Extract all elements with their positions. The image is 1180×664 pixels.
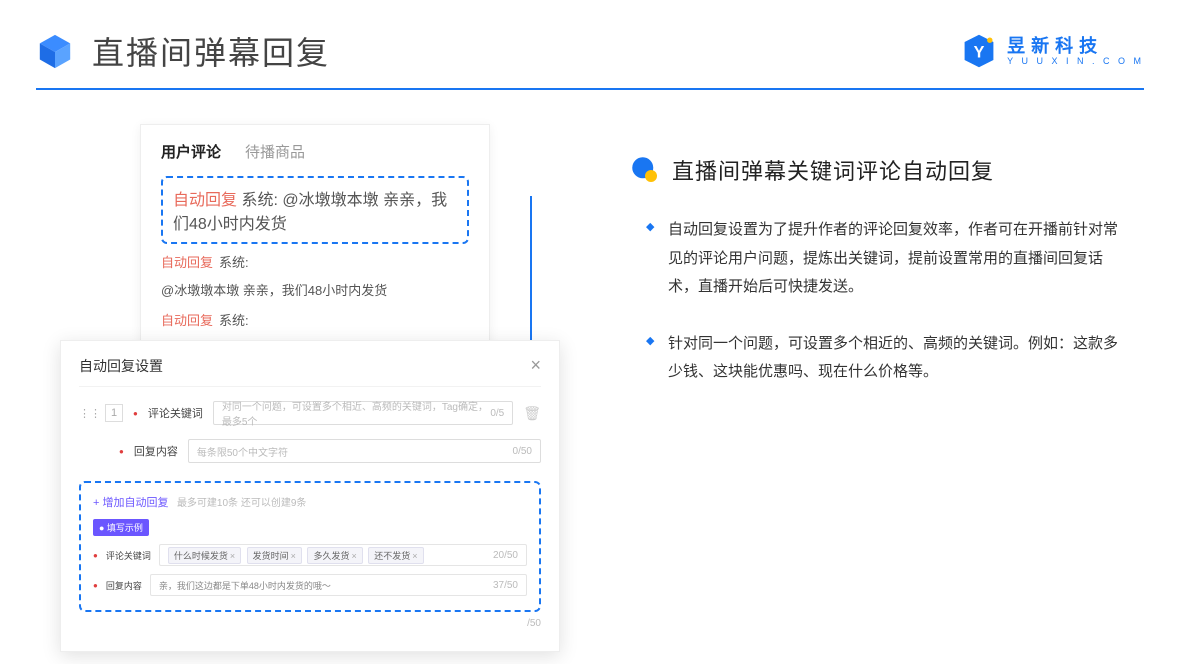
keyword-input[interactable]: 对同一个问题，可设置多个相近、高频的关键词，Tag确定，最多5个 0/5 (213, 401, 513, 425)
example-keyword-input[interactable]: 什么时候发货 发货时间 多久发货 还不发货 20/50 (159, 544, 527, 566)
add-auto-reply-link[interactable]: + 增加自动回复 (93, 497, 168, 509)
keyword-tag[interactable]: 什么时候发货 (168, 547, 241, 564)
example-block: + 增加自动回复 最多可建10条 还可以创建9条 ● 填写示例 ● 评论关键词 … (79, 481, 541, 612)
page-title: 直播间弹幕回复 (92, 28, 330, 74)
brand: Y 昱新科技 Y U U X I N . C O M (961, 33, 1144, 69)
bubble-icon (630, 155, 660, 185)
right-column: 直播间弹幕关键词评论自动回复 自动回复设置为了提升作者的评论回复效率，作者可在开… (630, 124, 1132, 415)
cube-icon (36, 32, 74, 70)
header-left: 直播间弹幕回复 (36, 28, 330, 74)
brand-name-en: Y U U X I N . C O M (1007, 57, 1144, 66)
message-text: @冰墩墩本墩 亲亲，我们48小时内发货 (161, 280, 387, 302)
tab-pending-goods[interactable]: 待播商品 (245, 141, 305, 162)
auto-reply-tag: 自动回复 (161, 252, 213, 274)
close-icon[interactable]: × (530, 355, 541, 376)
required-dot-icon: ● (93, 551, 98, 560)
tab-user-comments[interactable]: 用户评论 (161, 141, 221, 162)
reply-input[interactable]: 每条限50个中文字符 0/50 (188, 439, 541, 463)
brand-logo-icon: Y (961, 33, 997, 69)
example-reply-label: 回复内容 (106, 579, 142, 592)
bullet-item: 自动回复设置为了提升作者的评论回复效率，作者可在开播前针对常见的评论用户问题，提… (668, 216, 1132, 302)
tabs: 用户评论 待播商品 (161, 141, 469, 162)
index-box: ⋮⋮1 (79, 404, 123, 422)
required-dot-icon: ● (133, 409, 138, 418)
keyword-label: 评论关键词 (148, 405, 203, 421)
message-row: 自动回复 系统: @冰墩墩本墩 亲亲，我们48小时内发货 (161, 252, 469, 302)
settings-title: 自动回复设置 (79, 356, 163, 376)
keyword-tag[interactable]: 多久发货 (307, 547, 362, 564)
system-label: 系统: (219, 310, 249, 332)
left-column: 用户评论 待播商品 自动回复 系统: @冰墩墩本墩 亲亲，我们48小时内发货 自… (120, 124, 570, 415)
svg-text:Y: Y (974, 43, 985, 61)
keyword-tag[interactable]: 发货时间 (247, 547, 302, 564)
settings-card: 自动回复设置 × ⋮⋮1 ● 评论关键词 对同一个问题，可设置多个相近、高频的关… (60, 340, 560, 652)
required-dot-icon: ● (93, 581, 98, 590)
system-label: 系统: (241, 192, 277, 209)
example-reply-input[interactable]: 亲，我们这边都是下单48小时内发货的哦～ 37/50 (150, 574, 527, 596)
trash-icon[interactable]: 🗑 (523, 405, 541, 422)
brand-name-cn: 昱新科技 (1007, 37, 1144, 55)
keyword-tag[interactable]: 还不发货 (368, 547, 423, 564)
auto-reply-tag: 自动回复 (161, 310, 213, 332)
highlighted-message: 自动回复 系统: @冰墩墩本墩 亲亲，我们48小时内发货 (161, 176, 469, 244)
system-label: 系统: (219, 252, 249, 274)
required-dot-icon: ● (119, 447, 124, 456)
outside-count: /50 (527, 612, 541, 629)
right-heading: 直播间弹幕关键词评论自动回复 (672, 154, 994, 186)
reply-label: 回复内容 (134, 443, 178, 459)
header: 直播间弹幕回复 Y 昱新科技 Y U U X I N . C O M (0, 0, 1180, 74)
auto-reply-tag: 自动回复 (173, 192, 237, 209)
add-hint: 最多可建10条 还可以创建9条 (177, 498, 306, 509)
bullet-item: 针对同一个问题，可设置多个相近的、高频的关键词。例如：这款多少钱、这块能优惠吗、… (668, 330, 1132, 387)
example-keyword-label: 评论关键词 (106, 549, 151, 562)
example-badge: ● 填写示例 (93, 519, 149, 536)
